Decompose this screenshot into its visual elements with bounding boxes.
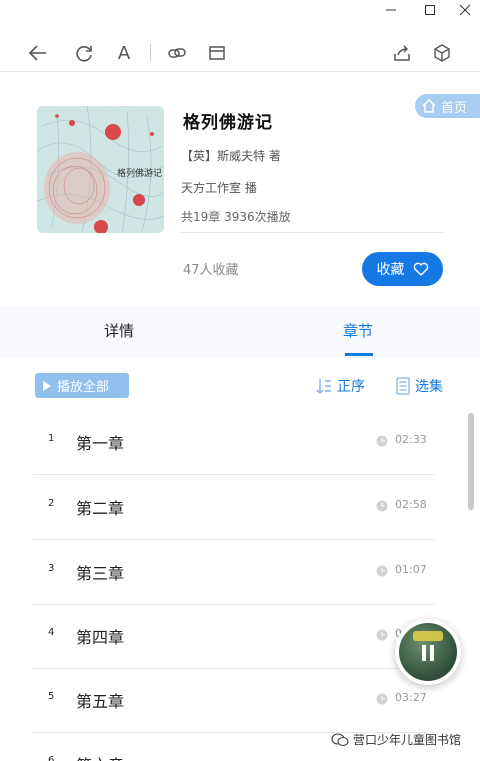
chapter-title: 第五章 bbox=[76, 692, 125, 711]
chapter-number: 1 bbox=[48, 433, 55, 444]
link-icon[interactable] bbox=[164, 40, 190, 66]
mini-player[interactable] bbox=[395, 619, 461, 685]
select-episodes-button[interactable]: 选集 bbox=[396, 376, 443, 396]
home-label: 首页 bbox=[441, 100, 468, 116]
sort-icon bbox=[316, 379, 331, 394]
book-author: 【英】斯威夫特 著 bbox=[181, 149, 281, 163]
chapter-duration: 02:33 bbox=[395, 433, 427, 446]
home-button[interactable]: 首页 bbox=[415, 94, 480, 118]
chapter-row[interactable]: 2 第二章 02:58 bbox=[33, 476, 434, 540]
chapter-row[interactable]: 5 第五章 03:27 bbox=[33, 669, 434, 733]
clock-icon bbox=[376, 500, 388, 512]
favorite-button[interactable]: 收藏 bbox=[362, 252, 443, 286]
close-icon[interactable] bbox=[456, 4, 474, 22]
list-icon bbox=[396, 377, 410, 395]
favorites-count: 47人收藏 bbox=[183, 263, 239, 278]
pause-icon[interactable] bbox=[422, 645, 436, 661]
toolbar-divider bbox=[150, 44, 151, 62]
book-stats: 共19章 3936次播放 bbox=[181, 210, 291, 224]
scrollbar[interactable] bbox=[468, 413, 474, 510]
clock-icon bbox=[376, 435, 388, 447]
home-icon bbox=[422, 98, 436, 113]
watermark: 营口少年儿童图书馆 bbox=[331, 731, 461, 748]
now-playing-art bbox=[399, 623, 457, 681]
chapter-number: 6 bbox=[48, 755, 55, 761]
tab-bar: 详情 章节 bbox=[0, 306, 480, 358]
chapter-number: 4 bbox=[48, 627, 55, 638]
chapter-row[interactable]: 4 第四章 0 bbox=[33, 605, 434, 669]
book-cover: 格列佛游记 bbox=[37, 106, 164, 233]
clock-icon bbox=[376, 693, 388, 705]
chapter-title: 第六章 bbox=[76, 752, 124, 761]
heart-icon bbox=[413, 262, 428, 276]
chapter-row[interactable]: 3 第三章 01:07 bbox=[33, 541, 434, 605]
back-arrow-icon[interactable] bbox=[25, 40, 51, 66]
favorite-label: 收藏 bbox=[376, 262, 405, 278]
cover-title: 格列佛游记 bbox=[117, 169, 163, 179]
chapter-duration: 02:58 bbox=[395, 498, 427, 511]
select-label: 选集 bbox=[415, 379, 443, 395]
chapter-title: 第三章 bbox=[76, 564, 125, 583]
sort-button[interactable]: 正序 bbox=[316, 376, 365, 396]
chapter-duration: 03:27 bbox=[395, 691, 427, 704]
cube-icon[interactable] bbox=[429, 40, 455, 66]
book-narrator: 天方工作室 播 bbox=[181, 181, 257, 195]
chapter-duration: 01:07 bbox=[395, 563, 427, 576]
share-icon[interactable] bbox=[389, 40, 415, 66]
play-all-label: 播放全部 bbox=[57, 380, 110, 395]
wechat-icon bbox=[331, 732, 349, 746]
divider bbox=[181, 232, 443, 233]
minimize-icon[interactable] bbox=[382, 4, 400, 22]
refresh-icon[interactable] bbox=[71, 40, 97, 66]
chapter-number: 2 bbox=[48, 498, 55, 509]
maximize-icon[interactable] bbox=[421, 4, 439, 22]
font-size-icon[interactable]: A bbox=[111, 40, 137, 66]
tab-chapters[interactable]: 章节 bbox=[343, 320, 373, 341]
sort-label: 正序 bbox=[337, 379, 365, 395]
chapter-title: 第一章 bbox=[76, 434, 125, 453]
tab-details[interactable]: 详情 bbox=[104, 320, 134, 341]
watermark-text: 营口少年儿童图书馆 bbox=[353, 733, 462, 747]
chapter-title: 第二章 bbox=[76, 499, 125, 518]
book-title: 格列佛游记 bbox=[183, 113, 273, 133]
tab-active-indicator bbox=[345, 353, 373, 356]
clock-icon bbox=[376, 629, 388, 641]
window-icon[interactable] bbox=[204, 40, 230, 66]
clock-icon bbox=[376, 565, 388, 577]
chapter-number: 3 bbox=[48, 563, 55, 574]
play-icon bbox=[43, 380, 51, 391]
title-bar bbox=[0, 0, 480, 26]
chapter-row[interactable]: 1 第一章 02:33 bbox=[33, 411, 434, 475]
chapter-title: 第四章 bbox=[76, 628, 125, 647]
play-all-button[interactable]: 播放全部 bbox=[35, 373, 129, 398]
toolbar: A bbox=[0, 34, 480, 72]
chapter-number: 5 bbox=[48, 691, 55, 702]
